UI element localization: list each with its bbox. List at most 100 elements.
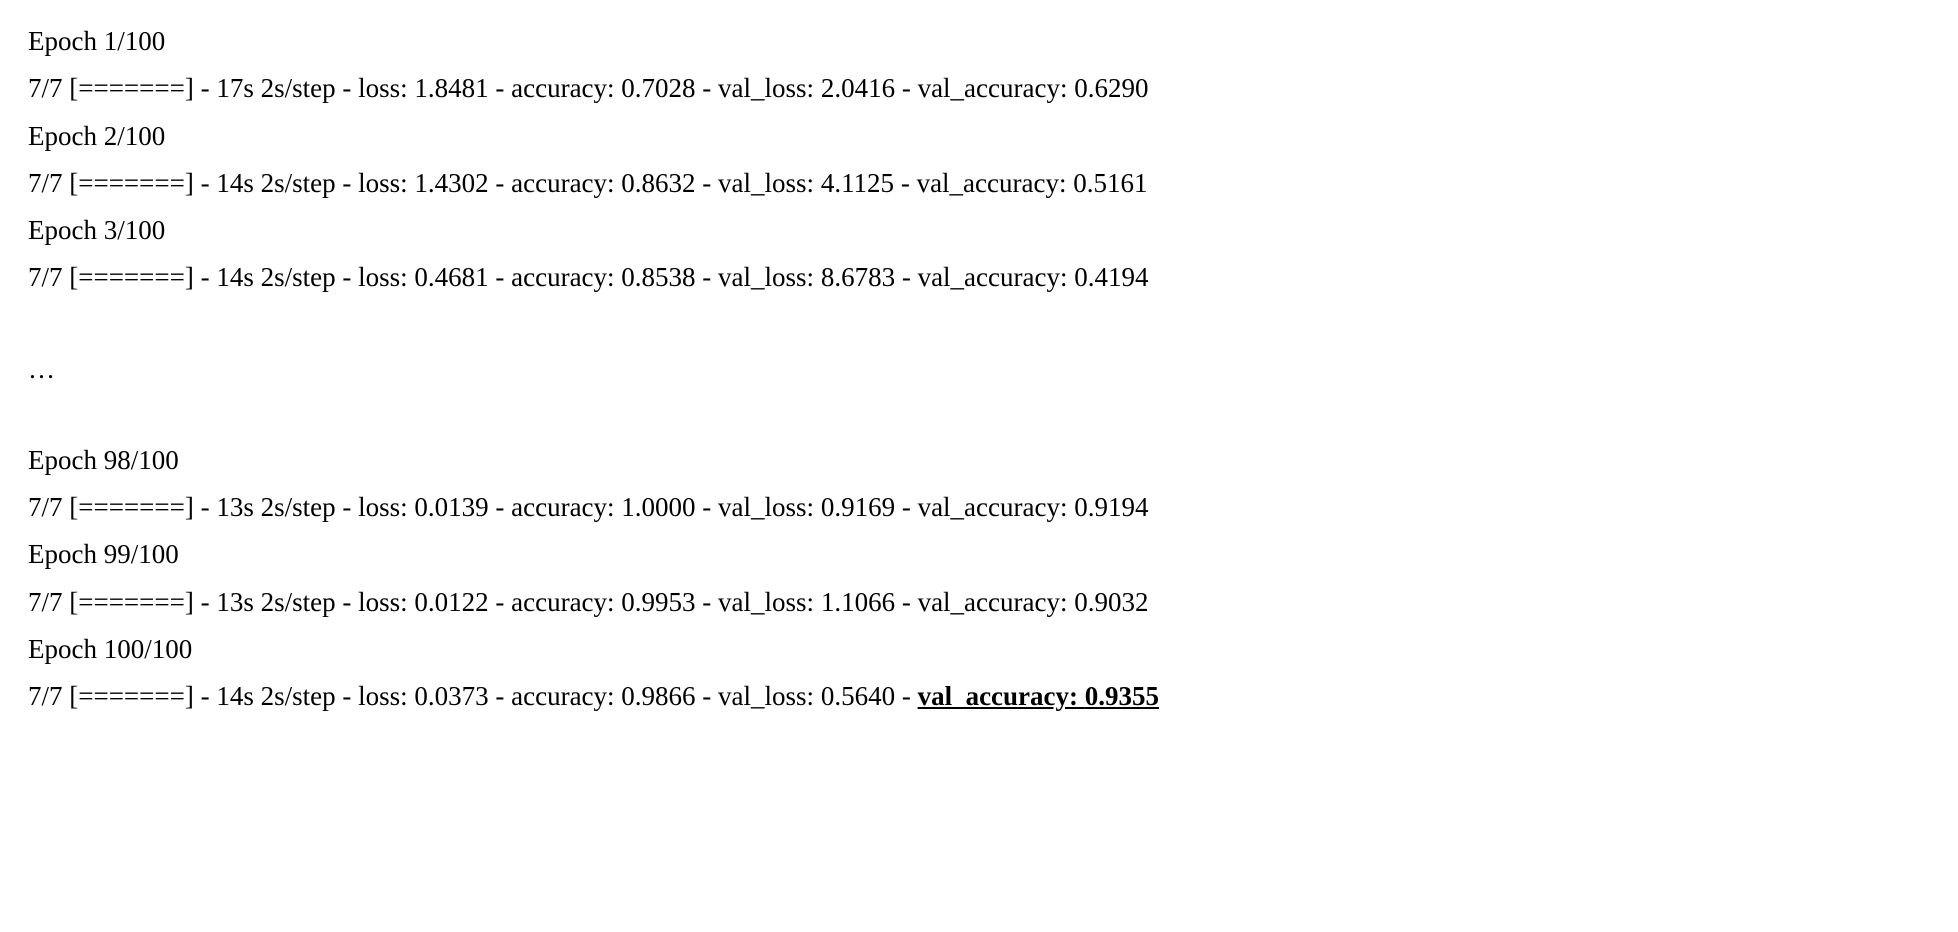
epoch-header: Epoch 98/100 <box>28 437 1930 484</box>
accuracy-value: 0.8632 <box>621 168 695 198</box>
progress-bar: 7/7 [=======] <box>28 168 194 198</box>
separator: - <box>696 262 719 292</box>
epoch-metrics: 7/7 [=======] - 14s 2s/step - loss: 0.46… <box>28 254 1930 301</box>
separator: - <box>895 73 918 103</box>
val-loss-value: 4.1125 <box>821 168 894 198</box>
loss-value: 0.0122 <box>414 587 488 617</box>
progress-bar: 7/7 [=======] <box>28 681 194 711</box>
val-loss-label: val_loss: <box>718 587 814 617</box>
val-accuracy-value: 0.4194 <box>1074 262 1148 292</box>
epoch-header: Epoch 1/100 <box>28 18 1930 65</box>
loss-value: 1.8481 <box>414 73 488 103</box>
accuracy-value: 1.0000 <box>621 492 695 522</box>
separator: - <box>194 73 217 103</box>
separator: - <box>489 681 512 711</box>
val-accuracy-label: val_accuracy: <box>918 492 1068 522</box>
val-accuracy-label: val_accuracy: <box>917 168 1067 198</box>
separator: - <box>489 168 512 198</box>
loss-label: loss: <box>358 262 408 292</box>
time-text: 13s 2s/step <box>216 492 335 522</box>
separator: - <box>194 681 217 711</box>
val-accuracy-label: val_accuracy: <box>918 262 1068 292</box>
separator: - <box>489 492 512 522</box>
separator: - <box>895 587 918 617</box>
time-text: 13s 2s/step <box>216 587 335 617</box>
val-loss-value: 1.1066 <box>821 587 895 617</box>
separator: - <box>336 73 359 103</box>
loss-value: 1.4302 <box>414 168 488 198</box>
epoch-metrics: 7/7 [=======] - 13s 2s/step - loss: 0.01… <box>28 579 1930 626</box>
val-loss-value: 2.0416 <box>821 73 895 103</box>
accuracy-value: 0.7028 <box>621 73 695 103</box>
accuracy-label: accuracy: <box>511 681 614 711</box>
val-accuracy-value: 0.9194 <box>1074 492 1148 522</box>
separator: - <box>336 681 359 711</box>
val-loss-label: val_loss: <box>718 73 814 103</box>
separator: - <box>194 492 217 522</box>
accuracy-label: accuracy: <box>511 492 614 522</box>
val-accuracy-value: 0.6290 <box>1074 73 1148 103</box>
epoch-metrics: 7/7 [=======] - 14s 2s/step - loss: 1.43… <box>28 160 1930 207</box>
loss-label: loss: <box>358 587 408 617</box>
val-loss-value: 8.6783 <box>821 262 895 292</box>
loss-label: loss: <box>358 168 408 198</box>
epoch-metrics: 7/7 [=======] - 13s 2s/step - loss: 0.01… <box>28 484 1930 531</box>
val-loss-label: val_loss: <box>718 262 814 292</box>
val-loss-label: val_loss: <box>718 492 814 522</box>
val-accuracy-value: 0.5161 <box>1073 168 1147 198</box>
time-text: 14s 2s/step <box>216 262 335 292</box>
ellipsis: … <box>28 346 1930 393</box>
loss-label: loss: <box>358 492 408 522</box>
accuracy-value: 0.9866 <box>621 681 695 711</box>
val-accuracy-label: val_accuracy: <box>918 587 1068 617</box>
separator: - <box>895 492 918 522</box>
separator: - <box>194 262 217 292</box>
separator: - <box>489 73 512 103</box>
training-log: Epoch 1/100 7/7 [=======] - 17s 2s/step … <box>28 18 1930 720</box>
val-loss-label: val_loss: <box>718 681 814 711</box>
loss-label: loss: <box>358 73 408 103</box>
progress-bar: 7/7 [=======] <box>28 587 194 617</box>
separator: - <box>895 262 918 292</box>
separator: - <box>336 262 359 292</box>
accuracy-value: 0.9953 <box>621 587 695 617</box>
val-accuracy-value: 0.9032 <box>1074 587 1148 617</box>
accuracy-label: accuracy: <box>511 587 614 617</box>
loss-value: 0.0373 <box>414 681 488 711</box>
val-accuracy-label: val_accuracy: <box>918 681 1078 711</box>
blank-line <box>28 302 1930 346</box>
time-text: 14s 2s/step <box>216 681 335 711</box>
epoch-header: Epoch 3/100 <box>28 207 1930 254</box>
time-text: 17s 2s/step <box>216 73 335 103</box>
loss-label: loss: <box>358 681 408 711</box>
val-loss-value: 0.9169 <box>821 492 895 522</box>
val-accuracy-value: 0.9355 <box>1085 681 1159 711</box>
separator: - <box>336 492 359 522</box>
epoch-metrics: 7/7 [=======] - 14s 2s/step - loss: 0.03… <box>28 673 1930 720</box>
progress-bar: 7/7 [=======] <box>28 73 194 103</box>
epoch-header: Epoch 2/100 <box>28 113 1930 160</box>
epoch-header: Epoch 99/100 <box>28 531 1930 578</box>
val-accuracy-highlight: val_accuracy: 0.9355 <box>918 681 1159 711</box>
epoch-metrics: 7/7 [=======] - 17s 2s/step - loss: 1.84… <box>28 65 1930 112</box>
separator: - <box>194 587 217 617</box>
epoch-header: Epoch 100/100 <box>28 626 1930 673</box>
val-accuracy-label: val_accuracy: <box>918 73 1068 103</box>
separator: - <box>489 587 512 617</box>
separator: - <box>489 262 512 292</box>
separator: - <box>894 168 917 198</box>
progress-bar: 7/7 [=======] <box>28 262 194 292</box>
separator: - <box>194 168 217 198</box>
separator: - <box>336 587 359 617</box>
separator: - <box>696 492 719 522</box>
val-loss-value: 0.5640 <box>821 681 895 711</box>
separator: - <box>696 73 719 103</box>
separator: - <box>895 681 918 711</box>
separator: - <box>696 681 719 711</box>
accuracy-label: accuracy: <box>511 262 614 292</box>
loss-value: 0.4681 <box>414 262 488 292</box>
accuracy-label: accuracy: <box>511 168 614 198</box>
accuracy-value: 0.8538 <box>621 262 695 292</box>
separator: - <box>336 168 359 198</box>
accuracy-label: accuracy: <box>511 73 614 103</box>
